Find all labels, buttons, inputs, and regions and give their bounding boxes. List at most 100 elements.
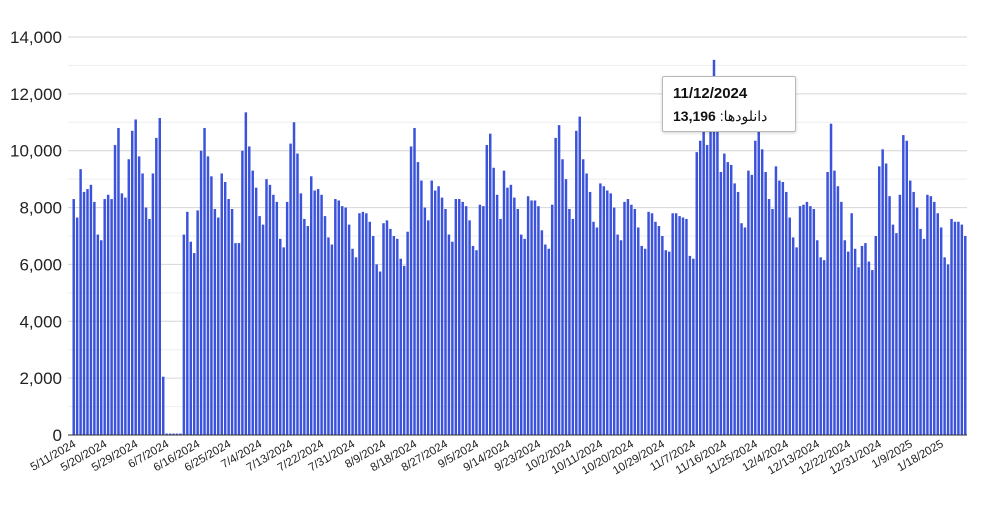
bar[interactable]: [643, 248, 647, 435]
bar[interactable]: [571, 218, 575, 435]
bar[interactable]: [124, 197, 127, 435]
bar[interactable]: [292, 122, 296, 435]
bar[interactable]: [791, 237, 795, 435]
bar[interactable]: [368, 221, 371, 435]
bar[interactable]: [137, 156, 141, 435]
bar[interactable]: [805, 201, 809, 435]
bar[interactable]: [361, 211, 365, 435]
bar[interactable]: [389, 228, 392, 435]
bar[interactable]: [616, 234, 619, 435]
bar[interactable]: [433, 190, 437, 435]
bar[interactable]: [905, 140, 908, 435]
bar[interactable]: [402, 265, 406, 435]
bar[interactable]: [881, 149, 884, 436]
bar[interactable]: [630, 204, 633, 435]
bar[interactable]: [533, 200, 537, 435]
bar[interactable]: [681, 217, 685, 435]
bar[interactable]: [578, 116, 581, 435]
bar[interactable]: [764, 172, 767, 436]
bar[interactable]: [702, 126, 705, 436]
bar[interactable]: [96, 234, 100, 435]
bar[interactable]: [912, 191, 915, 435]
bar[interactable]: [217, 217, 220, 435]
bar[interactable]: [809, 206, 812, 435]
bar[interactable]: [716, 120, 719, 436]
bar[interactable]: [489, 133, 492, 435]
bar[interactable]: [929, 196, 933, 435]
bar[interactable]: [733, 183, 736, 435]
bar[interactable]: [296, 153, 299, 435]
bar[interactable]: [337, 200, 341, 435]
bar[interactable]: [705, 145, 709, 435]
bar[interactable]: [464, 206, 468, 435]
bar[interactable]: [148, 218, 151, 435]
bar[interactable]: [526, 196, 530, 435]
bar[interactable]: [213, 208, 217, 435]
bar[interactable]: [323, 216, 327, 435]
bar[interactable]: [120, 193, 124, 435]
bar[interactable]: [606, 190, 609, 435]
bar[interactable]: [158, 118, 162, 436]
bar[interactable]: [458, 199, 461, 435]
bar[interactable]: [936, 213, 939, 435]
bar[interactable]: [506, 187, 509, 435]
bar[interactable]: [585, 173, 588, 435]
bar[interactable]: [254, 187, 258, 435]
bar[interactable]: [853, 248, 857, 435]
bar[interactable]: [127, 159, 131, 436]
bar[interactable]: [310, 176, 313, 436]
bar[interactable]: [351, 248, 354, 435]
bar[interactable]: [206, 156, 210, 435]
bar[interactable]: [444, 208, 447, 435]
bar[interactable]: [461, 201, 464, 435]
bar[interactable]: [365, 213, 368, 435]
bar[interactable]: [678, 216, 681, 435]
bar[interactable]: [902, 135, 905, 435]
bar[interactable]: [316, 189, 320, 435]
bar[interactable]: [778, 180, 781, 435]
bar[interactable]: [303, 218, 306, 435]
bar[interactable]: [227, 199, 230, 435]
bar[interactable]: [155, 137, 158, 436]
bar[interactable]: [915, 207, 919, 435]
bar[interactable]: [234, 243, 237, 435]
bar[interactable]: [957, 221, 960, 435]
bar[interactable]: [664, 250, 668, 435]
bar[interactable]: [451, 241, 454, 435]
bar[interactable]: [327, 237, 330, 435]
bar[interactable]: [767, 199, 771, 435]
bar[interactable]: [602, 186, 606, 435]
bar[interactable]: [540, 230, 544, 435]
bar[interactable]: [203, 127, 206, 435]
bar[interactable]: [482, 206, 485, 435]
bar[interactable]: [523, 238, 526, 435]
bar[interactable]: [334, 199, 337, 435]
bar[interactable]: [922, 238, 926, 435]
bar[interactable]: [289, 143, 292, 436]
bar[interactable]: [382, 223, 385, 435]
bar[interactable]: [134, 119, 137, 435]
bar[interactable]: [385, 220, 389, 435]
bar[interactable]: [427, 220, 430, 435]
bar[interactable]: [423, 207, 427, 435]
bar[interactable]: [340, 206, 344, 435]
bar[interactable]: [371, 236, 375, 435]
bar[interactable]: [554, 137, 557, 436]
bar[interactable]: [117, 127, 120, 435]
bar[interactable]: [595, 227, 599, 435]
bar[interactable]: [261, 224, 265, 435]
bar[interactable]: [320, 194, 323, 435]
bar[interactable]: [874, 236, 878, 435]
bar[interactable]: [161, 376, 165, 435]
bar[interactable]: [420, 180, 423, 435]
bar[interactable]: [785, 191, 788, 435]
bar[interactable]: [640, 245, 643, 435]
bar[interactable]: [668, 251, 671, 435]
bar[interactable]: [313, 190, 316, 435]
bar[interactable]: [519, 234, 523, 435]
bar[interactable]: [695, 152, 699, 435]
bar[interactable]: [736, 191, 740, 435]
bar[interactable]: [258, 216, 261, 435]
bar[interactable]: [502, 170, 506, 436]
bar[interactable]: [926, 194, 929, 435]
